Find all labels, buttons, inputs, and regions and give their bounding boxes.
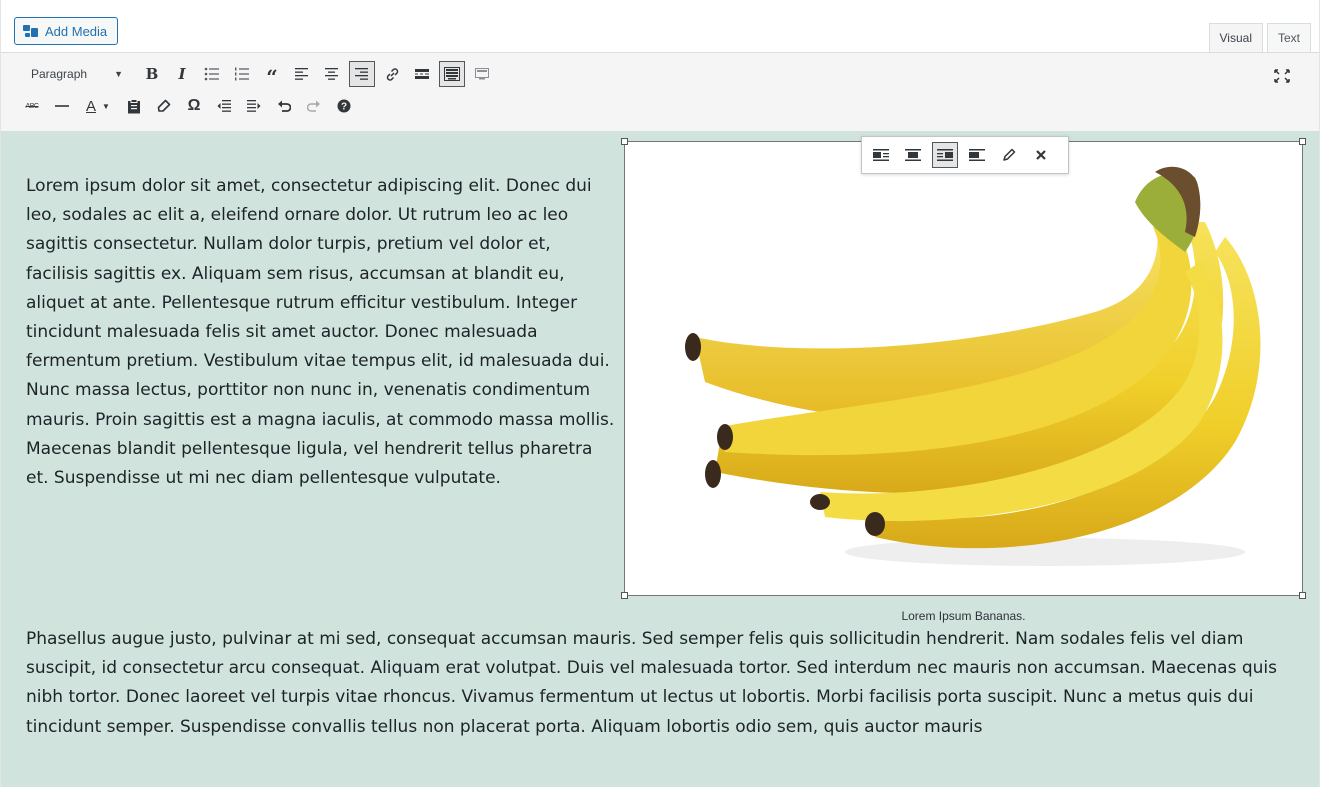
align-none-icon: [969, 149, 985, 161]
caret-down-icon: ▼: [114, 69, 123, 79]
caret-down-icon: ▼: [102, 101, 110, 111]
image-align-left-button[interactable]: [868, 142, 894, 168]
image-caption[interactable]: Lorem Ipsum Bananas.: [624, 609, 1303, 623]
clipboard-icon: [128, 98, 140, 113]
horizontal-line-button[interactable]: [49, 93, 75, 119]
align-left-icon: [873, 149, 889, 161]
close-icon: [1036, 150, 1046, 160]
align-center-icon: [905, 149, 921, 161]
align-center-icon: [325, 68, 338, 80]
increase-indent-button[interactable]: [241, 93, 267, 119]
blockquote-button[interactable]: “: [259, 61, 285, 87]
image-align-none-button[interactable]: [964, 142, 990, 168]
align-center-button[interactable]: [319, 61, 345, 87]
classic-editor: Add Media Visual Text Paragraph ▼ B I “: [0, 0, 1320, 787]
numbered-list-button[interactable]: [229, 61, 255, 87]
link-icon: [386, 67, 398, 81]
italic-button[interactable]: I: [169, 61, 195, 87]
eraser-icon: [157, 99, 171, 112]
align-right-icon: [355, 68, 368, 80]
toolbar-toggle-button[interactable]: [439, 61, 465, 87]
bulleted-list-button[interactable]: [199, 61, 225, 87]
distraction-free-button[interactable]: [469, 61, 495, 87]
paste-as-text-button[interactable]: [121, 93, 147, 119]
horizontal-line-icon: [55, 105, 69, 107]
add-media-button[interactable]: Add Media: [14, 17, 119, 45]
redo-icon: [307, 100, 320, 112]
clear-formatting-button[interactable]: [151, 93, 177, 119]
undo-button[interactable]: [271, 93, 297, 119]
image-edit-button[interactable]: [996, 142, 1022, 168]
omega-icon: Ω: [187, 97, 201, 114]
add-media-label: Add Media: [45, 23, 108, 39]
monitor-icon: [475, 68, 489, 80]
image-figure[interactable]: [621, 138, 1306, 599]
insert-link-button[interactable]: [379, 61, 405, 87]
align-left-icon: [295, 68, 308, 80]
format-select-value: Paragraph: [31, 67, 88, 81]
italic-icon: I: [178, 65, 186, 83]
resize-handle-bottom-right[interactable]: [1299, 592, 1306, 599]
decrease-indent-button[interactable]: [211, 93, 237, 119]
formatting-toolbar: Paragraph ▼ B I “ ABC A ▼ Ω ?: [1, 53, 1319, 131]
bulleted-list-icon: [204, 67, 219, 81]
read-more-button[interactable]: [409, 61, 435, 87]
paragraph-2[interactable]: Phasellus augue justo, pulvinar at mi se…: [26, 625, 1306, 742]
banana-image: [685, 166, 1261, 566]
blockquote-icon: “: [266, 65, 278, 89]
keyboard-shortcuts-button[interactable]: ?: [331, 93, 357, 119]
align-right-button[interactable]: [349, 61, 375, 87]
image-remove-button[interactable]: [1028, 142, 1054, 168]
add-media-icon: [23, 24, 39, 38]
editor-tabs: Visual Text: [1208, 23, 1311, 52]
text-color-button[interactable]: A ▼: [79, 93, 117, 119]
undo-icon: [278, 100, 291, 112]
keyboard-icon: [444, 67, 460, 81]
resize-handle-top-left[interactable]: [621, 138, 628, 145]
toolbar-row-2: ABC A ▼ Ω ?: [19, 93, 361, 119]
strikethrough-button[interactable]: ABC: [19, 93, 45, 119]
format-select[interactable]: Paragraph ▼: [19, 61, 131, 87]
image-inline-toolbar: [861, 136, 1069, 174]
strikethrough-icon: ABC: [25, 102, 39, 110]
pencil-icon: [1003, 148, 1016, 161]
align-right-icon: [937, 149, 953, 161]
tab-text[interactable]: Text: [1266, 23, 1311, 52]
redo-button[interactable]: [301, 93, 327, 119]
svg-text:?: ?: [341, 102, 347, 113]
fullscreen-icon: [1274, 69, 1290, 83]
outdent-icon: [217, 100, 231, 112]
tab-visual[interactable]: Visual: [1208, 23, 1263, 52]
toolbar-row-1: Paragraph ▼ B I “: [19, 61, 499, 87]
numbered-list-icon: [235, 67, 249, 81]
resize-handle-top-right[interactable]: [1299, 138, 1306, 145]
paragraph-1[interactable]: Lorem ipsum dolor sit amet, consectetur …: [26, 172, 616, 493]
special-character-button[interactable]: Ω: [181, 93, 207, 119]
align-left-button[interactable]: [289, 61, 315, 87]
image-align-right-button[interactable]: [932, 142, 958, 168]
image-align-center-button[interactable]: [900, 142, 926, 168]
resize-handle-bottom-left[interactable]: [621, 592, 628, 599]
help-icon: ?: [337, 99, 351, 113]
read-more-icon: [414, 69, 429, 79]
editor-content[interactable]: Lorem ipsum dolor sit amet, consectetur …: [1, 131, 1319, 787]
bold-icon: B: [145, 65, 159, 83]
text-color-icon: A: [86, 97, 97, 115]
indent-icon: [247, 100, 261, 112]
fullscreen-button[interactable]: [1269, 63, 1295, 89]
editor-topbar: Add Media Visual Text: [1, 0, 1319, 53]
bold-button[interactable]: B: [139, 61, 165, 87]
